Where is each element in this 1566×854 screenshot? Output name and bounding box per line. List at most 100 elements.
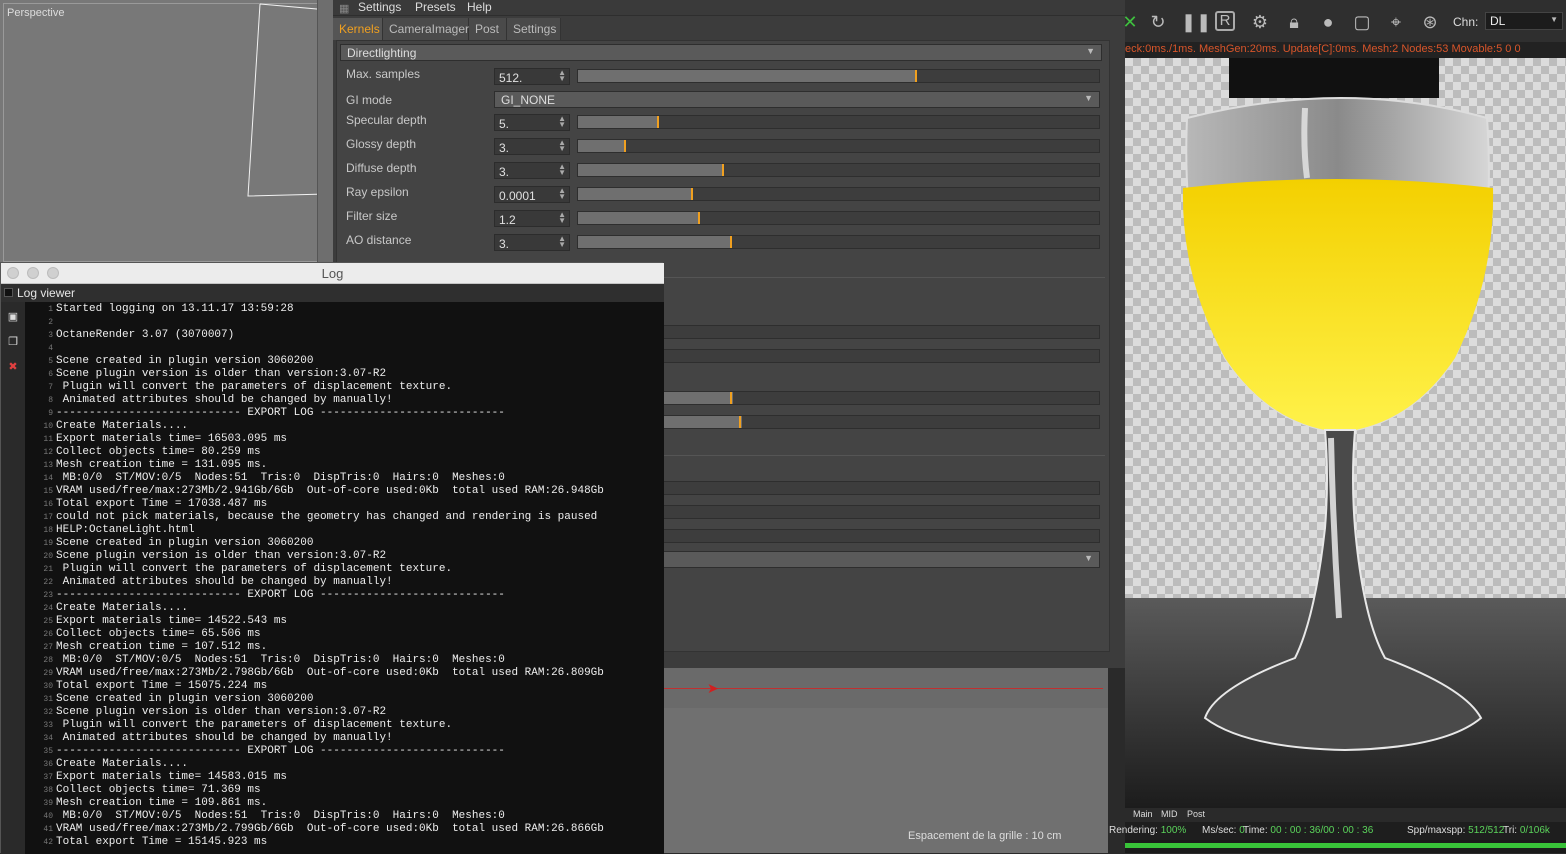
save-icon[interactable]: ▣ — [7, 310, 19, 323]
menu-settings[interactable]: Settings — [358, 0, 401, 14]
bottom-viewport[interactable]: ➤ Espacement de la grille : 10 cm — [663, 668, 1108, 853]
slider-handle[interactable] — [698, 212, 701, 224]
spinner-icon[interactable]: ▲ ▼ — [558, 187, 566, 201]
slider-handle[interactable] — [690, 188, 693, 200]
log-line-number: 26 — [43, 630, 53, 639]
kernel-value: Directlighting — [347, 46, 417, 60]
perspective-viewport[interactable]: Perspective — [0, 0, 333, 262]
checkbox-icon[interactable] — [4, 288, 13, 297]
spp-value: 512/512 — [1468, 825, 1505, 836]
tab-post[interactable]: Post — [469, 18, 507, 40]
log-line: 16 Total export Time = 17038.487 ms — [25, 498, 267, 511]
slider-handle[interactable] — [730, 392, 732, 404]
filter-size-slider[interactable] — [577, 211, 1100, 225]
log-line-number: 12 — [43, 448, 53, 457]
time-status: Time: 00 : 00 : 36/00 : 00 : 36 — [1243, 825, 1373, 836]
log-line-number: 24 — [43, 604, 53, 613]
log-text-area[interactable]: 1 Started logging on 13.11.17 13:59:28 2 3 O… — [25, 302, 664, 854]
log-line: 35 ---------------------------- EXPORT LO… — [25, 745, 504, 758]
log-line: 33 Plugin will convert the parameters of… — [25, 719, 452, 732]
log-line-number: 41 — [43, 825, 53, 834]
live-viewer: ✕ ↻ ❚❚ R ⚙ 🔒︎ ● ▢ ⌖ ⊛ Chn: DL ▼ eck:0ms.… — [1109, 0, 1566, 853]
log-line-text: Started logging on 13.11.17 13:59:28 — [56, 303, 294, 315]
tab-kernels[interactable]: Kernels — [333, 18, 383, 40]
slider-handle[interactable] — [656, 116, 659, 128]
ao-distance-slider[interactable] — [577, 235, 1100, 249]
log-viewer-header: Log viewer — [1, 284, 664, 302]
chevron-down-icon: ▼ — [1550, 15, 1558, 24]
spinner-icon[interactable]: ▲ ▼ — [558, 163, 566, 177]
kernel-dropdown[interactable]: Directlighting ▼ — [340, 44, 1102, 61]
ray-epsilon-slider[interactable] — [577, 187, 1100, 201]
log-line-number: 34 — [43, 734, 53, 743]
spinner-icon[interactable]: ▲ ▼ — [558, 139, 566, 153]
diffuse-depth-input[interactable]: 3. ▲ ▼ — [494, 162, 570, 179]
channel-select[interactable]: DL ▼ — [1485, 12, 1563, 30]
slider-handle[interactable] — [729, 236, 732, 248]
diffuse-depth-slider[interactable] — [577, 163, 1100, 177]
log-line-text: Collect objects time= 80.259 ms — [56, 446, 261, 458]
glossy-depth-input[interactable]: 3. ▲ ▼ — [494, 138, 570, 155]
log-line-number: 23 — [43, 591, 53, 600]
tri-status: Tri: 0/106k — [1503, 825, 1550, 836]
log-line-text: VRAM used/free/max:273Mb/2.941Gb/6Gb Out… — [56, 485, 604, 497]
render-tab-main[interactable]: Main — [1133, 809, 1153, 819]
log-line-number: 5 — [48, 357, 53, 366]
copy-icon[interactable]: ❐ — [7, 335, 19, 348]
render-image[interactable] — [1125, 58, 1566, 808]
restart-icon[interactable]: ↻ — [1147, 11, 1169, 33]
log-line-number: 13 — [43, 461, 53, 470]
send-icon[interactable]: ✕ — [1119, 11, 1141, 33]
ray-epsilon-input[interactable]: 0.0001 ▲ ▼ — [494, 186, 570, 203]
pause-icon[interactable]: ❚❚ — [1181, 11, 1211, 33]
slider-handle[interactable] — [721, 164, 724, 176]
filter-size-input[interactable]: 1.2 ▲ ▼ — [494, 210, 570, 227]
log-line: 19 Scene created in plugin version 306020… — [25, 537, 313, 550]
clear-icon[interactable]: ✖ — [7, 360, 19, 373]
glossy-depth-value: 3. — [499, 141, 510, 155]
log-titlebar[interactable]: Log — [1, 263, 664, 284]
slider-handle[interactable] — [739, 416, 741, 428]
max-samples-input[interactable]: 512. ▲ ▼ — [494, 68, 570, 85]
specular-depth-slider[interactable] — [577, 115, 1100, 129]
gi-mode-value: GI_NONE — [501, 93, 556, 107]
log-line-text: Animated attributes should be changed by… — [56, 394, 393, 406]
slider-handle[interactable] — [914, 70, 917, 82]
spinner-icon[interactable]: ▲ ▼ — [558, 69, 566, 83]
tri-value: 0/106k — [1519, 825, 1550, 836]
render-tab-mid[interactable]: MID — [1161, 809, 1178, 819]
log-line: 26 Collect objects time= 65.506 ms — [25, 628, 260, 641]
pin-focus-icon[interactable]: ⌖ — [1385, 11, 1407, 33]
menu-help[interactable]: Help — [467, 0, 492, 14]
log-line-number: 42 — [43, 838, 53, 847]
ray-epsilon-value: 0.0001 — [499, 189, 536, 203]
spinner-icon[interactable]: ▲ ▼ — [558, 211, 566, 225]
spinner-icon[interactable]: ▲ ▼ — [558, 235, 566, 249]
gear-icon[interactable]: ⚙ — [1249, 11, 1271, 33]
render-tab-post[interactable]: Post — [1187, 809, 1205, 819]
menu-presets[interactable]: Presets — [415, 0, 456, 14]
max-samples-slider[interactable] — [577, 69, 1100, 83]
log-line: 31 Scene created in plugin version 306020… — [25, 693, 313, 706]
sphere-icon[interactable]: ● — [1317, 11, 1339, 33]
log-line: 42 Total export Time = 15145.923 ms — [25, 836, 267, 849]
glossy-depth-slider[interactable] — [577, 139, 1100, 153]
log-line-number: 6 — [48, 370, 53, 379]
spinner-icon[interactable]: ▲ ▼ — [558, 115, 566, 129]
slider-handle[interactable] — [623, 140, 626, 152]
tab-settings[interactable]: Settings — [507, 18, 561, 40]
region-icon[interactable]: R — [1215, 11, 1235, 31]
log-line-text: Plugin will convert the parameters of di… — [56, 563, 453, 575]
frame-icon[interactable]: ▢ — [1351, 11, 1373, 33]
log-line-text: Create Materials.... — [56, 602, 189, 614]
lock-icon[interactable]: 🔒︎ — [1283, 11, 1305, 33]
pin-material-icon[interactable]: ⊛ — [1419, 11, 1441, 33]
log-line-number: 19 — [43, 539, 53, 548]
settings-menubar: ▦ Settings Presets Help — [333, 0, 1125, 16]
gi-mode-dropdown[interactable]: GI_NONE ▼ — [494, 91, 1100, 108]
log-line: 36 Create Materials.... — [25, 758, 188, 771]
ao-distance-input[interactable]: 3. ▲ ▼ — [494, 234, 570, 251]
log-line: 10 Create Materials.... — [25, 420, 188, 433]
specular-depth-input[interactable]: 5. ▲ ▼ — [494, 114, 570, 131]
tab-cameraimager[interactable]: CameraImager — [383, 18, 469, 40]
